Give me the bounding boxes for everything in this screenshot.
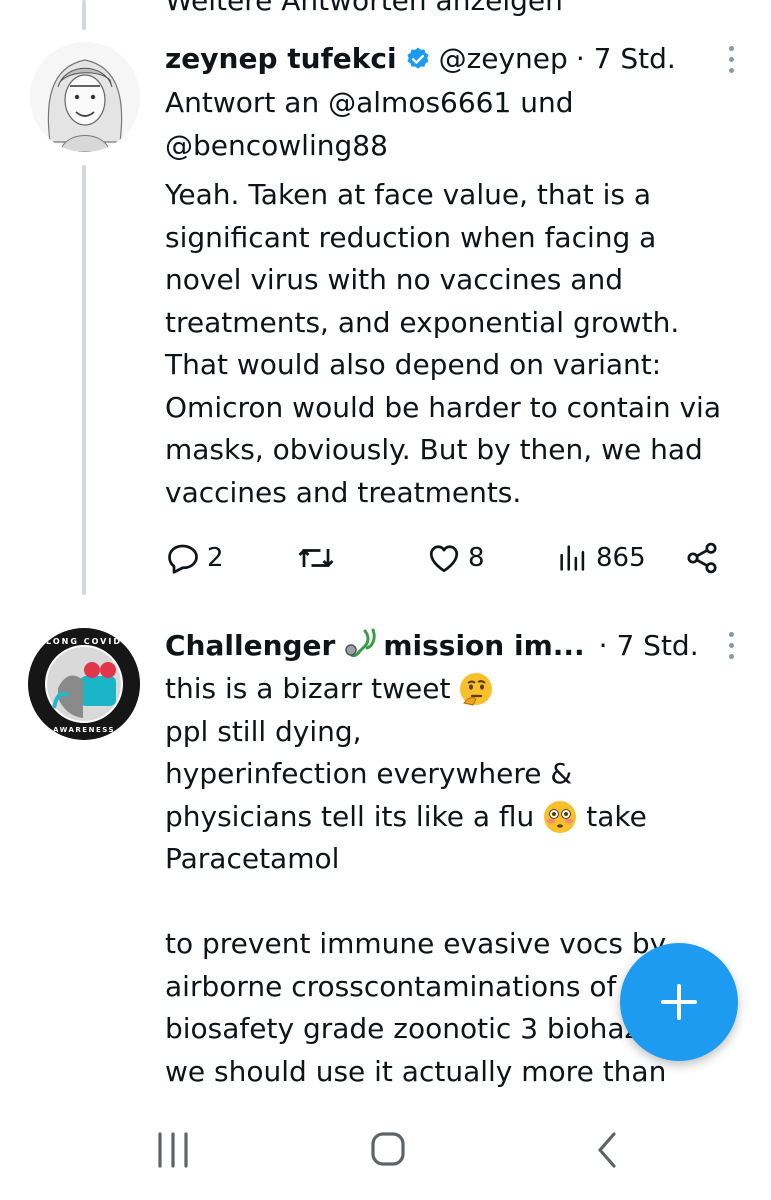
back-icon [598,1132,616,1168]
text-line: Omicron would be harder to contain via [165,390,721,424]
text-line: this is a bizarr tweet [165,668,765,711]
retweet-icon [298,549,334,567]
avatar-badge-image: LONG COVID AWARENESS [28,628,140,740]
avatar-text-bottom: AWARENESS [53,726,115,734]
tweet-header: zeynep tufekci @zeynep · 7 Std. [165,42,676,75]
author-name[interactable]: zeynep tufekci [165,42,397,75]
text-line: ppl still dying, [165,714,362,748]
retweet-button[interactable] [296,540,342,576]
reply-icon [168,544,198,574]
system-navigation-bar [0,1100,771,1200]
flushed-face-emoji [542,799,578,835]
views-chart-icon [560,545,585,571]
plus-icon [661,984,697,1020]
share-icon [687,542,717,574]
back-button[interactable] [588,1128,628,1176]
text-line-content: take [586,799,647,833]
reply-count: 2 [207,543,224,573]
thread-line-top [82,0,86,30]
tweet-time[interactable]: · 7 Std. [576,42,676,75]
verified-badge-icon [405,46,431,72]
text-line: hyperinfection everywhere & [165,757,573,790]
recent-apps-icon [158,1132,188,1168]
author-handle[interactable]: @zeynep [439,42,568,75]
like-count: 8 [468,543,485,573]
text-line: significant reduction when facing a [165,220,657,254]
home-button[interactable] [365,1128,411,1176]
more-options-icon[interactable] [727,632,735,665]
recent-apps-button[interactable] [150,1128,196,1176]
thread-line [82,165,86,595]
show-more-replies-link[interactable]: Weitere Antworten anzeigen [165,0,563,17]
avatar[interactable]: LONG COVID AWARENESS [28,628,140,740]
text-line: Yeah. Taken at face value, that is a [165,178,652,211]
text-line-content: physicians tell its like a flu [165,799,535,833]
thinking-face-emoji [458,671,494,707]
views-count: 865 [596,543,646,573]
tweet-zeynep[interactable]: zeynep tufekci @zeynep · 7 Std. Antwort … [0,30,771,595]
more-options-icon[interactable] [727,46,735,79]
text-line: Paracetamol [165,842,340,875]
tweet-text: Yeah. Taken at face value, that is a sig… [165,174,765,514]
reply-to: Antwort an @almos6661 und @bencowling88 [165,82,745,167]
heart-icon [429,545,459,573]
text-line-content: this is a bizarr tweet [165,672,451,705]
reply-button[interactable]: 2 [165,540,224,576]
text-line: physicians tell its like a flu take [165,796,765,839]
views-button[interactable]: 865 [556,540,646,576]
text-line: masks, obviously. But by then, we had [165,433,703,466]
reply-to-mention[interactable]: @bencowling88 [165,125,745,168]
text-line: treatments, and exponential growth. [165,305,680,339]
author-name[interactable]: Challenger [165,629,335,662]
home-icon [371,1132,405,1166]
text-line: vaccines and treatments. [165,475,522,509]
tweet-header: Challenger mission im... · 7 Std. [165,628,699,662]
avatar-sketch-image [30,42,140,152]
avatar-text-top: LONG COVID [46,637,122,646]
tweet-time[interactable]: · 7 Std. [599,629,699,662]
stethoscope-emoji [343,628,379,662]
share-button[interactable] [684,540,720,580]
reply-to-line[interactable]: Antwort an @almos6661 und [165,82,745,125]
text-line: That would also depend on variant: [165,348,662,381]
author-name-suffix[interactable]: mission im... [383,629,584,662]
text-line: novel virus with no vaccines and [165,263,623,296]
avatar[interactable] [30,42,140,152]
like-button[interactable]: 8 [426,540,485,576]
compose-button[interactable] [620,943,738,1061]
